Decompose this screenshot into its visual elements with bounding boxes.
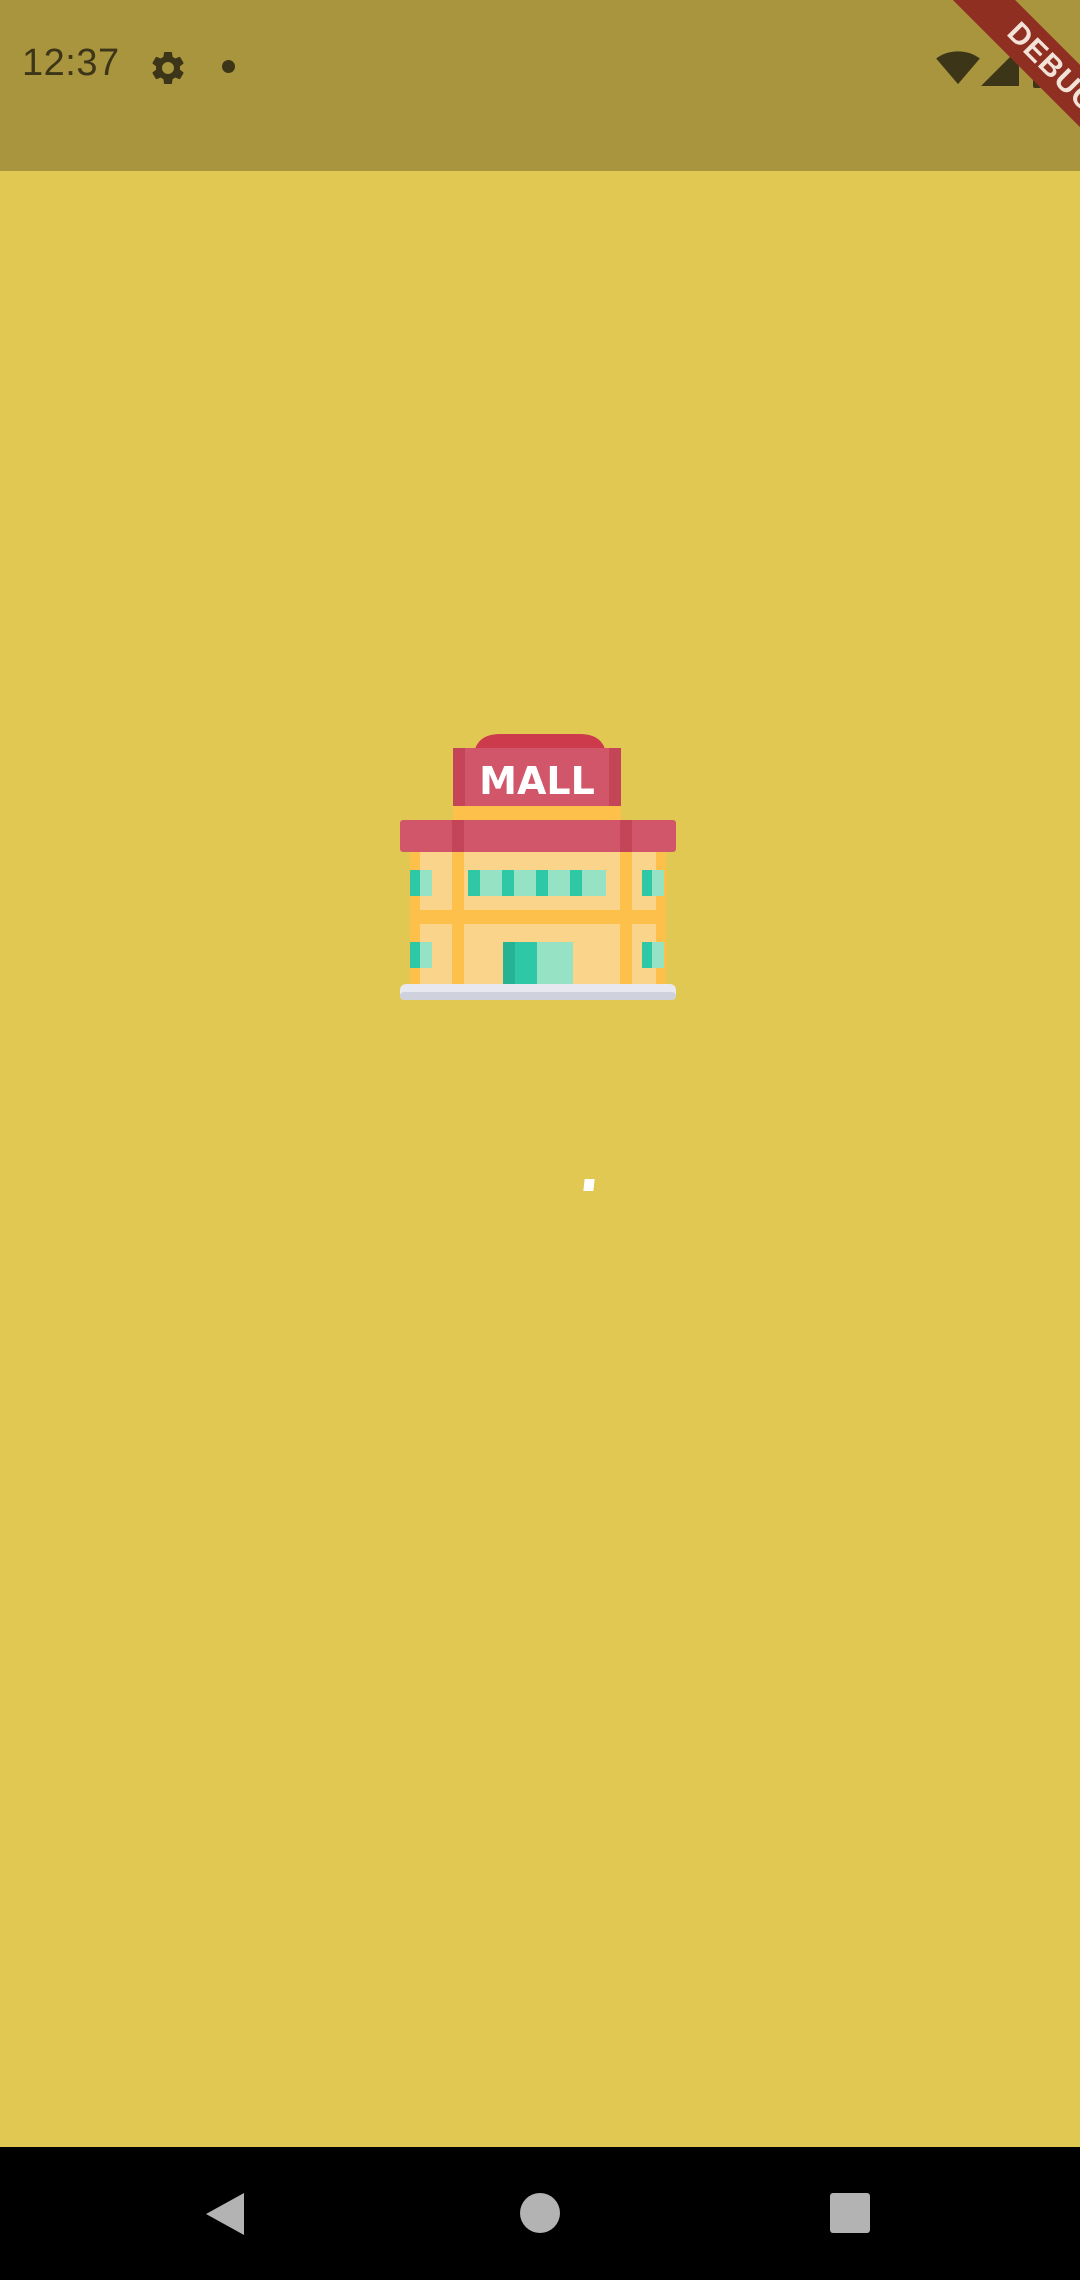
mall-sign-label: MALL [479, 759, 595, 803]
status-time: 12:37 [22, 42, 120, 84]
notification-dot-icon [222, 60, 235, 73]
back-icon[interactable] [204, 2191, 246, 2237]
navigation-bar [0, 2147, 1080, 2280]
mall-building-icon: MALL [400, 734, 676, 1000]
splash-screen: 12:37 DEBUG MALL [0, 0, 1080, 2280]
status-bar: 12:37 [0, 0, 1080, 171]
home-icon[interactable] [520, 2193, 560, 2233]
loading-indicator [583, 1179, 595, 1191]
gear-icon [152, 51, 184, 84]
wifi-icon [936, 51, 980, 85]
cell-signal-icon [981, 48, 1019, 86]
battery-icon [1033, 44, 1057, 88]
recents-icon[interactable] [830, 2193, 870, 2233]
